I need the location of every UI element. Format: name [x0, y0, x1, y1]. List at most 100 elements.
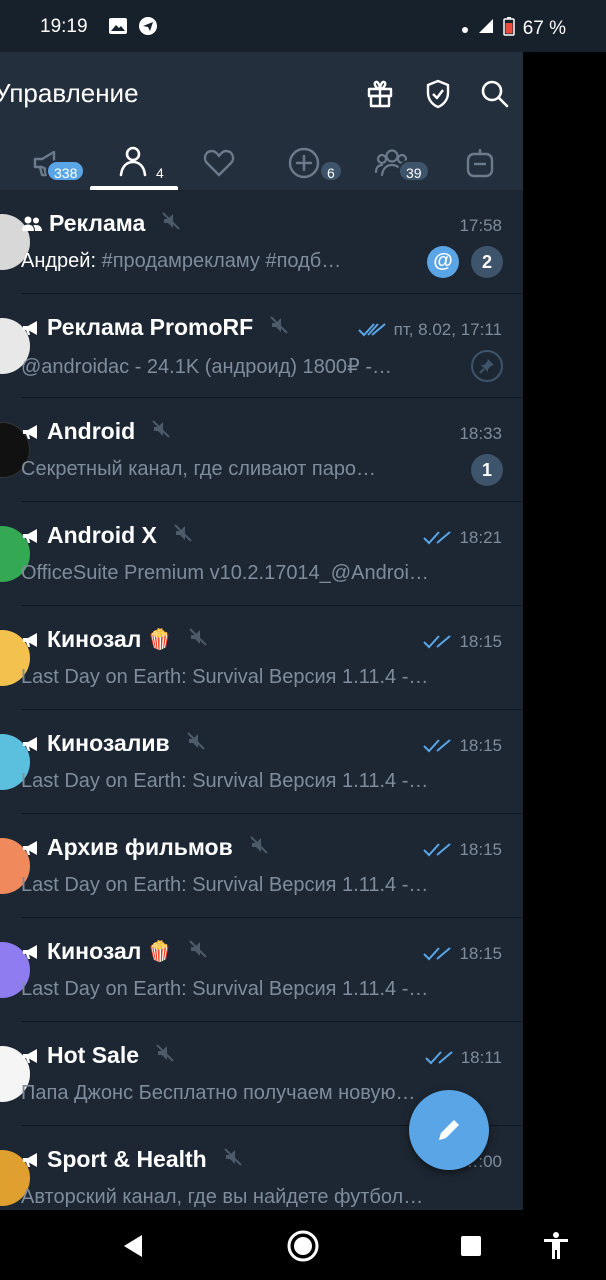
tab-channels[interactable]: 338 [20, 142, 90, 190]
compose-button[interactable] [409, 1090, 489, 1170]
battery-percent: 67 % [522, 18, 566, 39]
page-title: Управление [0, 78, 139, 108]
tab-personal[interactable]: 4 [110, 142, 180, 190]
chat-time: 18:15 [459, 840, 502, 859]
tab-badge: 39 [398, 160, 430, 182]
muted-icon [173, 522, 193, 549]
muted-icon [188, 626, 208, 653]
muted-icon [269, 314, 289, 341]
channel-icon [23, 1152, 37, 1167]
bot-icon [466, 149, 494, 178]
channel-icon [23, 632, 37, 647]
chat-preview: Last Day on Earth: Survival Версия 1.11.… [21, 874, 429, 896]
chat-row[interactable]: Кинозал 🍿 18:15 Last Day on Earth: Survi… [0, 918, 523, 1022]
chat-preview: @androidac - 24.1K (андроид) 1800₽ -… [21, 356, 392, 378]
chat-row[interactable]: Архив фильмов 18:15 Last Day on Earth: S… [0, 814, 523, 918]
chat-row[interactable]: Кинозал 🍿 18:15 Last Day on Earth: Survi… [0, 606, 523, 710]
chat-sender: Андрей: [21, 250, 97, 272]
unread-badge: 2 [471, 246, 503, 278]
app-header: Управление 338 4 6 39 [0, 52, 523, 190]
channel-icon [23, 736, 37, 751]
dot-icon [461, 18, 469, 40]
add-circle-icon [288, 147, 320, 179]
tab-badge: 338 [46, 160, 86, 182]
channel-icon [23, 528, 37, 543]
muted-icon [186, 730, 206, 757]
chat-time: 18:33 [459, 424, 502, 443]
person-icon [119, 146, 147, 177]
chat-row[interactable]: Android 18:33 Секретный канал, где слива… [0, 398, 523, 502]
chat-name: Архив фильмов [47, 834, 233, 860]
double-check-icon [423, 531, 452, 545]
search-icon[interactable] [477, 76, 513, 112]
gift-icon[interactable] [362, 76, 398, 112]
back-icon[interactable] [116, 1228, 152, 1264]
popcorn-emoji: 🍿 [147, 629, 173, 651]
muted-icon [155, 1042, 175, 1069]
chat-name: Реклама PromoRF [47, 314, 254, 340]
chat-preview: Авторский канал, где вы найдете футбол… [21, 1186, 424, 1208]
recents-icon[interactable] [453, 1228, 489, 1264]
telegram-icon [138, 16, 158, 41]
chat-name: Android X [47, 522, 157, 548]
muted-icon [188, 938, 208, 965]
chat-preview: OfficeSuite Premium v10.2.17014_@Androi… [21, 562, 429, 584]
screen-edge [523, 52, 606, 1210]
double-check-icon [423, 947, 452, 961]
muted-icon [161, 210, 181, 237]
pencil-icon [439, 1120, 459, 1140]
muted-icon [151, 418, 171, 445]
tab-badge: 6 [319, 160, 343, 182]
status-bar: 19:19 67 % [0, 0, 606, 52]
chat-time: 18:15 [459, 944, 502, 963]
chat-preview: Папа Джонс Бесплатно получаем новую… [21, 1082, 416, 1104]
chat-preview: Last Day on Earth: Survival Версия 1.11.… [21, 666, 429, 688]
channel-icon [23, 320, 37, 335]
chat-name: Кинозал [47, 626, 142, 652]
battery-icon [502, 16, 515, 42]
shield-icon[interactable] [420, 76, 456, 112]
muted-icon [249, 834, 269, 861]
channel-icon [23, 424, 37, 439]
chat-time: 18:15 [459, 632, 502, 651]
tab-favorites[interactable] [200, 142, 260, 190]
double-check-icon [423, 739, 452, 753]
chat-time: 18:21 [459, 528, 502, 547]
chat-name: Android [47, 418, 136, 444]
chat-row[interactable]: Реклама PromoRF пт, 8.02, 17:11 @android… [0, 294, 523, 398]
heart-icon [203, 149, 235, 177]
double-check-icon [357, 323, 386, 337]
double-check-icon [423, 843, 452, 857]
chat-time: 18:15 [459, 736, 502, 755]
tab-bots[interactable] [462, 142, 502, 190]
chat-list[interactable]: Реклама 17:58 Андрей: #продамрекламу #по… [0, 190, 523, 1210]
double-check-icon [423, 635, 452, 649]
chat-preview: Last Day on Earth: Survival Версия 1.11.… [21, 770, 429, 792]
home-icon[interactable] [285, 1228, 321, 1264]
popcorn-emoji: 🍿 [147, 941, 173, 963]
muted-icon [223, 1146, 243, 1173]
chat-name: Кинозалив [47, 730, 170, 756]
chat-time: пт, 8.02, 17:11 [393, 320, 502, 339]
channel-icon [23, 840, 37, 855]
chat-preview: Секретный канал, где сливают паро… [21, 458, 377, 480]
pinned-icon [471, 350, 503, 382]
chat-preview-text: #продамрекламу #подб… [101, 250, 342, 272]
chat-time: 17:58 [459, 216, 502, 235]
chat-row[interactable]: Android X 18:21 OfficeSuite Premium v10.… [0, 502, 523, 606]
channel-icon [23, 1048, 37, 1063]
group-chat-icon [22, 216, 42, 231]
chat-row[interactable]: Кинозалив 18:15 Last Day on Earth: Survi… [0, 710, 523, 814]
chat-time: 18:11 [460, 1048, 502, 1067]
tab-new[interactable]: 6 [285, 142, 355, 190]
system-nav-bar [0, 1210, 606, 1280]
chat-name: Hot Sale [47, 1042, 140, 1068]
tab-badge: 4 [148, 160, 172, 182]
unread-badge: 1 [471, 454, 503, 486]
accessibility-icon[interactable] [538, 1228, 574, 1264]
tab-groups[interactable]: 39 [372, 142, 442, 190]
mention-badge: @ [427, 246, 459, 278]
chat-preview: Андрей: #продамрекламу #подб… [21, 250, 391, 273]
chat-row[interactable]: Реклама 17:58 Андрей: #продамрекламу #по… [0, 190, 523, 294]
status-time: 19:19 [40, 16, 88, 37]
